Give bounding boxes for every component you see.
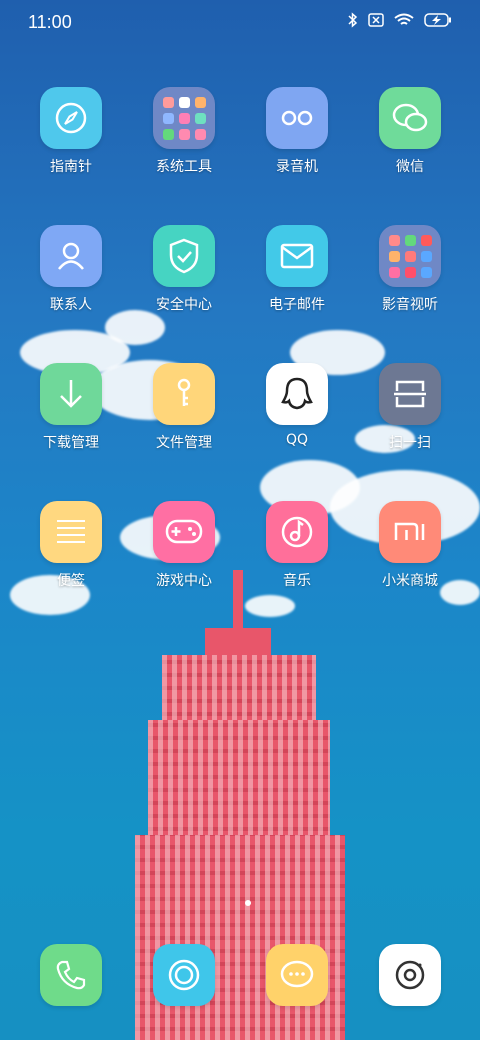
bluetooth-icon [348,12,358,28]
app-security[interactable]: 安全中心 [129,225,239,314]
dock-messages[interactable] [242,944,352,1006]
app-music[interactable]: 音乐 [242,501,352,590]
app-mi-store[interactable]: 小米商城 [355,501,465,590]
app-label: 便签 [57,573,85,589]
phone-icon [40,944,102,1006]
app-label: 录音机 [276,159,318,175]
gamepad-icon [153,501,215,563]
app-scanner[interactable]: 扫一扫 [355,363,465,452]
status-time: 11:00 [28,12,72,32]
wifi-icon [394,13,414,27]
tower-middle [148,720,330,840]
battery-charging-icon [424,13,452,27]
app-email[interactable]: 电子邮件 [242,225,352,314]
app-contacts[interactable]: 联系人 [16,225,126,314]
app-label: 小米商城 [382,573,438,589]
app-label: 扫一扫 [389,435,431,451]
mail-icon [266,225,328,287]
status-bar: 11:00 [0,0,480,46]
cloud [245,595,295,617]
file-manager-icon [153,363,215,425]
dock-phone[interactable] [16,944,126,1006]
mi-store-icon [379,501,441,563]
app-folder-system-tools[interactable]: 系统工具 [129,87,239,176]
app-label: 微信 [396,159,424,175]
messages-icon [266,944,328,1006]
app-notes[interactable]: 便签 [16,501,126,590]
app-label: 联系人 [50,297,92,313]
music-icon [266,501,328,563]
folder-icon [379,225,441,287]
page-indicator [245,900,251,906]
app-recorder[interactable]: 录音机 [242,87,352,176]
no-sim-icon [368,13,384,27]
app-folder-media[interactable]: 影音视听 [355,225,465,314]
dock-browser[interactable] [129,944,239,1006]
app-label: 电子邮件 [269,297,325,313]
app-label: QQ [285,432,309,448]
app-downloads[interactable]: 下载管理 [16,363,126,452]
wechat-icon [379,87,441,149]
app-label: 下载管理 [43,435,99,451]
folder-icon [153,87,215,149]
app-file-manager[interactable]: 文件管理 [129,363,239,452]
app-label: 游戏中心 [156,573,212,589]
shield-icon [153,225,215,287]
scanner-icon [379,363,441,425]
tower-base [135,835,345,1040]
notes-icon [40,501,102,563]
tower-top [205,628,271,658]
app-label: 影音视听 [382,297,438,313]
download-icon [40,363,102,425]
camera-icon [379,944,441,1006]
app-wechat[interactable]: 微信 [355,87,465,176]
app-qq[interactable]: QQ [242,363,352,448]
browser-icon [153,944,215,1006]
app-game-center[interactable]: 游戏中心 [129,501,239,590]
app-label: 安全中心 [156,297,212,313]
recorder-icon [266,87,328,149]
app-label: 指南针 [50,159,92,175]
app-compass[interactable]: 指南针 [16,87,126,176]
dock-camera[interactable] [355,944,465,1006]
compass-icon [40,87,102,149]
app-label: 音乐 [283,573,311,589]
app-label: 文件管理 [156,435,212,451]
tower-upper [162,655,316,725]
app-label: 系统工具 [156,159,212,175]
contacts-icon [40,225,102,287]
cloud [105,310,165,345]
qq-icon [266,363,328,425]
